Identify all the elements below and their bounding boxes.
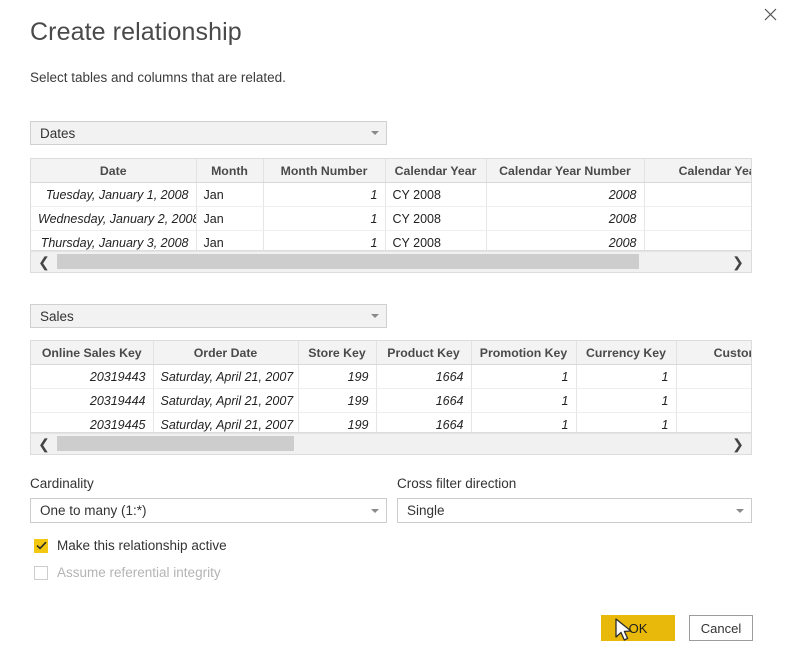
- table-cell: 199: [298, 388, 377, 413]
- table-cell: [676, 388, 751, 413]
- table-cell: 1: [263, 182, 386, 207]
- table-cell: 1: [471, 364, 577, 389]
- chevron-right-icon[interactable]: ❯: [725, 434, 751, 454]
- chevron-down-icon: [364, 131, 386, 135]
- table-cell: CY 2008: [385, 206, 487, 231]
- table-cell: 1664: [376, 388, 472, 413]
- chevron-down-icon: [729, 508, 751, 513]
- table-cell: 1: [263, 230, 386, 250]
- checkbox-checked-icon: [34, 538, 48, 553]
- table-two-grid[interactable]: Online Sales Key Order Date Store Key Produ…: [30, 340, 752, 433]
- table-one-selector-value: Dates: [40, 125, 76, 141]
- table-two-scroll-track[interactable]: [57, 434, 725, 454]
- chevron-left-icon[interactable]: ❮: [31, 434, 57, 454]
- table-cell: 20319445: [31, 412, 154, 432]
- cardinality-label: Cardinality: [30, 476, 94, 491]
- cancel-button[interactable]: Cancel: [689, 615, 753, 641]
- table-cell: Wednesday, January 2, 2008: [31, 206, 197, 231]
- table-one-grid[interactable]: Date Month Month Number Calendar Year Calend…: [30, 158, 752, 251]
- table-cell: 1664: [376, 412, 472, 432]
- table-cell: CY 2008: [385, 230, 487, 250]
- table-row: Wednesday, January 2, 2008 Jan 1 CY 2008 200…: [31, 206, 751, 231]
- table-one-scroll-track[interactable]: [57, 252, 725, 272]
- table-cell: 2008: [486, 182, 645, 207]
- table-cell: 199: [298, 412, 377, 432]
- chevron-right-icon[interactable]: ❯: [725, 252, 751, 272]
- cardinality-select[interactable]: One to many (1:*): [30, 498, 387, 523]
- table-cell: [676, 412, 751, 432]
- cardinality-value: One to many (1:*): [40, 503, 147, 518]
- table-cell: [676, 364, 751, 389]
- table-cell: 1: [576, 388, 677, 413]
- close-button[interactable]: [752, 0, 788, 28]
- table-two-selector-value: Sales: [40, 308, 74, 324]
- table-cell: Tuesday, January 1, 2008: [31, 182, 197, 207]
- table-two-scroll-thumb[interactable]: [57, 436, 294, 451]
- table-cell: 2008: [486, 230, 645, 250]
- table-cell: Saturday, April 21, 2007: [153, 388, 299, 413]
- chevron-down-icon: [364, 314, 386, 318]
- table-cell: 1: [576, 364, 677, 389]
- column-header[interactable]: Store Key: [298, 341, 377, 365]
- table-cell: 1: [471, 412, 577, 432]
- column-header[interactable]: Currency Key: [576, 341, 677, 365]
- table-cell: CY 2008: [385, 182, 487, 207]
- table-cell: 199: [298, 364, 377, 389]
- cross-filter-value: Single: [407, 503, 445, 518]
- table-cell: [644, 230, 751, 250]
- column-header[interactable]: Calendar Year: [385, 159, 487, 183]
- table-cell: 1: [263, 206, 386, 231]
- column-header[interactable]: Customer K: [676, 341, 751, 365]
- table-two-header-row: Online Sales Key Order Date Store Key Produ…: [31, 341, 751, 365]
- table-cell: Saturday, April 21, 2007: [153, 364, 299, 389]
- close-icon: [764, 8, 777, 21]
- table-cell: Jan: [196, 182, 264, 207]
- page-title: Create relationship: [30, 18, 242, 46]
- assume-referential-integrity-checkbox: Assume referential integrity: [34, 565, 221, 580]
- chevron-down-icon: [364, 508, 386, 513]
- table-cell: 2008: [486, 206, 645, 231]
- column-header[interactable]: Month Number: [263, 159, 386, 183]
- table-row: 20319444 Saturday, April 21, 2007 199 1664 1…: [31, 388, 751, 413]
- make-relationship-active-label: Make this relationship active: [57, 538, 227, 553]
- table-row: Thursday, January 3, 2008 Jan 1 CY 2008 2008: [31, 230, 751, 250]
- table-cell: Saturday, April 21, 2007: [153, 412, 299, 432]
- checkbox-unchecked-icon: [34, 565, 48, 580]
- column-header[interactable]: Calendar Year Mor: [644, 159, 751, 183]
- table-cell: Jan: [196, 206, 264, 231]
- table-row: 20319445 Saturday, April 21, 2007 199 1664 1…: [31, 412, 751, 432]
- make-relationship-active-checkbox[interactable]: Make this relationship active: [34, 538, 227, 553]
- ok-button[interactable]: OK: [601, 615, 675, 641]
- dialog-subtitle: Select tables and columns that are relat…: [30, 70, 286, 85]
- column-header[interactable]: Product Key: [376, 341, 472, 365]
- table-cell: [644, 182, 751, 207]
- column-header[interactable]: Promotion Key: [471, 341, 577, 365]
- table-cell: 1: [471, 388, 577, 413]
- table-cell: [644, 206, 751, 231]
- table-one-scrollbar[interactable]: ❮ ❯: [30, 251, 752, 273]
- table-cell: 20319443: [31, 364, 154, 389]
- table-cell: 20319444: [31, 388, 154, 413]
- table-cell: Jan: [196, 230, 264, 250]
- table-cell: 1664: [376, 364, 472, 389]
- table-one-selector[interactable]: Dates: [30, 121, 387, 145]
- column-header[interactable]: Month: [196, 159, 264, 183]
- assume-referential-integrity-label: Assume referential integrity: [57, 565, 221, 580]
- table-row: 20319443 Saturday, April 21, 2007 199 1664 1…: [31, 364, 751, 389]
- table-one-header-row: Date Month Month Number Calendar Year Calend…: [31, 159, 751, 183]
- table-two-scrollbar[interactable]: ❮ ❯: [30, 433, 752, 455]
- table-cell: Thursday, January 3, 2008: [31, 230, 197, 250]
- column-header[interactable]: Date: [31, 159, 197, 183]
- table-row: Tuesday, January 1, 2008 Jan 1 CY 2008 2008: [31, 182, 751, 207]
- column-header[interactable]: Order Date: [153, 341, 299, 365]
- cross-filter-label: Cross filter direction: [397, 476, 517, 491]
- column-header[interactable]: Online Sales Key: [31, 341, 154, 365]
- table-two-selector[interactable]: Sales: [30, 304, 387, 328]
- column-header[interactable]: Calendar Year Number: [486, 159, 645, 183]
- chevron-left-icon[interactable]: ❮: [31, 252, 57, 272]
- table-cell: 1: [576, 412, 677, 432]
- table-one-scroll-thumb[interactable]: [57, 254, 639, 269]
- cross-filter-select[interactable]: Single: [397, 498, 752, 523]
